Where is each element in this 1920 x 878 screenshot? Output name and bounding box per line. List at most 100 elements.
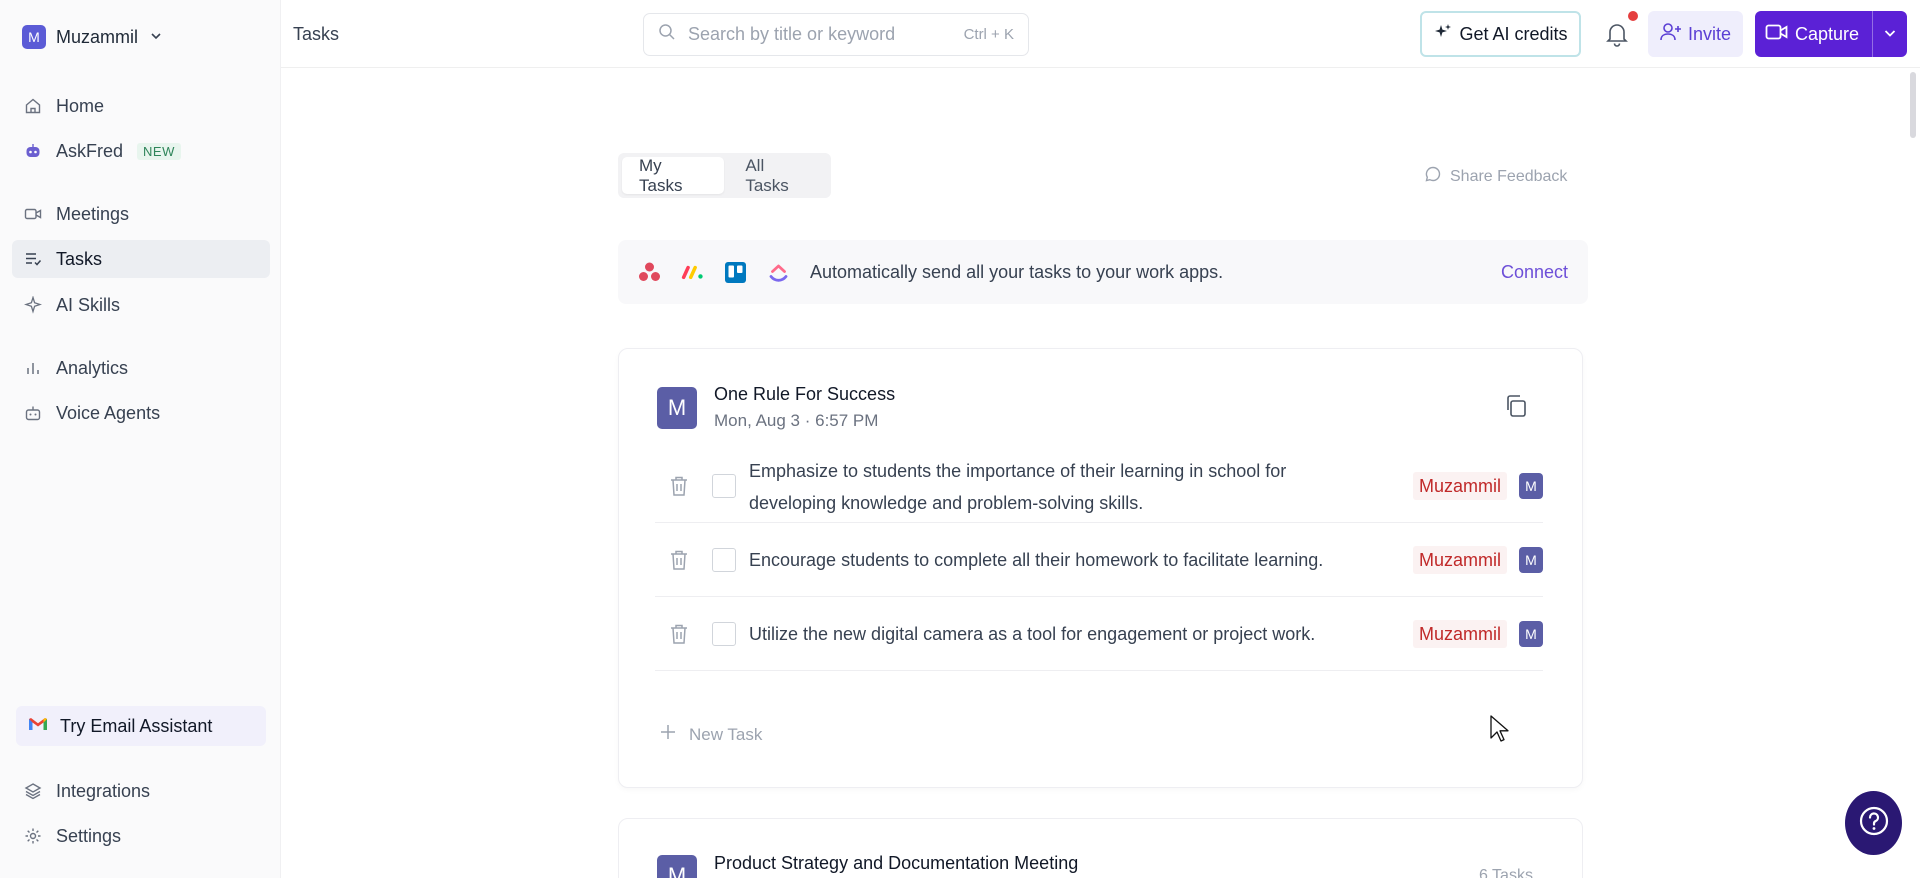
add-user-icon — [1660, 22, 1682, 47]
home-icon — [24, 97, 42, 115]
plus-icon — [659, 723, 677, 746]
capture-dropdown[interactable] — [1873, 24, 1907, 45]
get-ai-credits-label: Get AI credits — [1459, 23, 1568, 44]
mouse-cursor-icon — [1489, 714, 1509, 744]
task-text[interactable]: Encourage students to complete all their… — [749, 544, 1349, 576]
search-icon — [658, 23, 676, 46]
capture-button[interactable]: Capture — [1755, 11, 1907, 57]
sidebar-item-label: Home — [56, 95, 105, 116]
connect-link[interactable]: Connect — [1501, 262, 1568, 283]
banner-text: Automatically send all your tasks to you… — [810, 261, 1224, 282]
chat-bubble-icon — [1424, 165, 1442, 188]
sidebar-item-integrations[interactable]: Integrations — [12, 772, 270, 810]
robot-icon — [24, 142, 42, 160]
sidebar-item-meetings[interactable]: Meetings — [12, 195, 270, 233]
clickup-icon — [767, 261, 790, 284]
bar-chart-icon — [24, 359, 42, 377]
sidebar-item-ai-skills[interactable]: AI Skills — [12, 286, 270, 324]
meeting-title[interactable]: Product Strategy and Documentation Meeti… — [714, 853, 1078, 874]
trash-icon[interactable] — [667, 548, 691, 572]
invite-button[interactable]: Invite — [1648, 11, 1743, 57]
sparkle-icon — [24, 296, 42, 314]
scrollbar[interactable] — [1910, 72, 1916, 138]
meeting-card: M One Rule For Success Mon, Aug 3 · 6:57… — [618, 348, 1583, 788]
trash-icon[interactable] — [667, 622, 691, 646]
invite-label: Invite — [1687, 23, 1732, 44]
search-shortcut: Ctrl + K — [963, 26, 1014, 43]
email-assistant-button[interactable]: Try Email Assistant — [16, 706, 266, 746]
assignee-tag[interactable]: Muzammil — [1413, 546, 1508, 574]
task-text[interactable]: Emphasize to students the importance of … — [749, 455, 1349, 519]
sidebar-item-label: Voice Agents — [56, 402, 161, 423]
sidebar-item-home[interactable]: Home — [12, 87, 270, 125]
sidebar-item-settings[interactable]: Settings — [12, 817, 270, 855]
get-ai-credits-button[interactable]: Get AI credits — [1420, 11, 1581, 57]
video-icon — [1765, 22, 1789, 47]
trello-icon — [724, 261, 747, 284]
sparkle-icon — [1433, 22, 1453, 47]
layers-icon — [24, 782, 42, 800]
task-count: 6 Tasks — [1479, 867, 1533, 878]
sidebar-item-voice-agents[interactable]: Voice Agents — [12, 394, 270, 432]
question-icon — [1857, 804, 1891, 843]
sidebar: M Muzammil Home AskFred NEW Meetings Tas… — [0, 0, 281, 878]
notification-dot — [1628, 11, 1638, 21]
meeting-datetime: Mon, Aug 3 · 6:57 PM — [714, 411, 879, 430]
page-title: Tasks — [293, 24, 340, 44]
sidebar-item-label: Integrations — [56, 780, 151, 801]
share-feedback-link[interactable]: Share Feedback — [1424, 165, 1567, 188]
sidebar-item-label: AI Skills — [56, 294, 121, 315]
sidebar-item-label: Analytics — [56, 357, 129, 378]
task-tabs: My Tasks All Tasks — [618, 153, 831, 198]
email-assistant-label: Try Email Assistant — [60, 715, 213, 736]
meeting-title[interactable]: One Rule For Success — [714, 384, 895, 405]
tab-all-tasks[interactable]: All Tasks — [728, 156, 827, 195]
assignee-tag[interactable]: Muzammil — [1413, 472, 1508, 500]
tab-my-tasks[interactable]: My Tasks — [622, 156, 725, 195]
copy-icon[interactable] — [1503, 393, 1529, 419]
video-icon — [24, 205, 42, 223]
sidebar-item-askfred[interactable]: AskFred NEW — [12, 132, 270, 170]
workspace-switcher[interactable]: M Muzammil — [22, 24, 162, 50]
task-checkbox[interactable] — [712, 474, 736, 498]
workspace-avatar: M — [22, 25, 46, 49]
assignee-tag[interactable]: Muzammil — [1413, 620, 1508, 648]
tasks-icon — [24, 250, 42, 268]
task-text[interactable]: Utilize the new digital camera as a tool… — [749, 618, 1349, 650]
gear-icon — [24, 827, 42, 845]
chevron-down-icon — [1883, 24, 1897, 45]
sidebar-item-label: Meetings — [56, 203, 130, 224]
asana-icon — [638, 261, 661, 284]
task-checkbox[interactable] — [712, 548, 736, 572]
sidebar-item-tasks[interactable]: Tasks — [12, 240, 270, 278]
help-button[interactable] — [1845, 791, 1902, 855]
app-icons — [618, 240, 790, 304]
task-row: Emphasize to students the importance of … — [655, 449, 1543, 523]
new-task-button[interactable]: New Task — [659, 723, 762, 746]
assignee-avatar: M — [1519, 473, 1543, 499]
task-checkbox[interactable] — [712, 622, 736, 646]
search-input[interactable]: Search by title or keyword Ctrl + K — [643, 13, 1029, 56]
trash-icon[interactable] — [667, 474, 691, 498]
monday-icon — [681, 261, 704, 284]
assignee-avatar: M — [1519, 621, 1543, 647]
new-badge: NEW — [137, 142, 181, 160]
chevron-down-icon — [150, 30, 162, 45]
integrations-banner: Automatically send all your tasks to you… — [618, 240, 1588, 304]
assignee-avatar: M — [1519, 547, 1543, 573]
sidebar-item-label: Tasks — [56, 248, 103, 269]
capture-main[interactable]: Capture — [1755, 11, 1873, 57]
meeting-avatar: M — [657, 387, 697, 429]
share-feedback-label: Share Feedback — [1450, 167, 1568, 185]
new-task-label: New Task — [689, 724, 763, 744]
sidebar-item-label: Settings — [56, 825, 122, 846]
bell-icon[interactable] — [1603, 20, 1631, 48]
search-placeholder: Search by title or keyword — [688, 24, 896, 44]
bot-icon — [24, 404, 42, 422]
meeting-card: M Product Strategy and Documentation Mee… — [618, 818, 1583, 878]
sidebar-item-analytics[interactable]: Analytics — [12, 349, 270, 387]
workspace-name: Muzammil — [56, 26, 139, 47]
task-row: Encourage students to complete all their… — [655, 523, 1543, 597]
meeting-avatar: M — [657, 855, 697, 878]
gmail-icon — [28, 716, 48, 737]
